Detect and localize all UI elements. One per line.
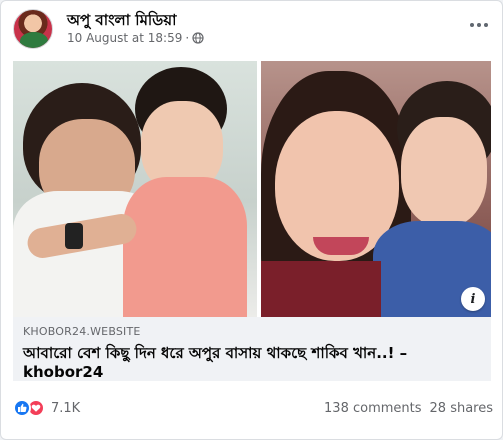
link-domain: KHOBOR24.WEBSITE	[23, 325, 141, 338]
link-title[interactable]: আবারো বেশ কিছু দিন ধরে অপুর বাসায় থাকছে…	[23, 344, 481, 382]
globe-icon	[192, 32, 204, 44]
more-options-icon[interactable]	[465, 15, 493, 35]
photo-man-kissing-child	[13, 61, 257, 317]
meta-separator: ·	[185, 31, 190, 45]
page-avatar[interactable]	[13, 9, 53, 49]
info-icon[interactable]: i	[461, 287, 485, 311]
engagement-stats: 138 comments 28 shares	[324, 401, 493, 416]
reactions-summary[interactable]: 7.1K	[13, 399, 80, 417]
post-meta: 10 August at 18:59 ·	[67, 31, 204, 45]
photo-woman-with-child	[261, 61, 491, 317]
comments-count[interactable]: 138 comments	[324, 401, 421, 416]
post-card: অপু বাংলা মিডিয়া 10 August at 18:59 · i…	[0, 0, 503, 440]
post-footer: 7.1K 138 comments 28 shares	[13, 399, 493, 423]
link-preview-image[interactable]: i	[13, 61, 491, 317]
post-header: অপু বাংলা মিডিয়া 10 August at 18:59 ·	[13, 9, 493, 55]
like-icon	[13, 399, 31, 417]
link-preview[interactable]: KHOBOR24.WEBSITE আবারো বেশ কিছু দিন ধরে …	[13, 317, 491, 381]
post-timestamp[interactable]: 10 August at 18:59	[67, 31, 182, 45]
shares-count[interactable]: 28 shares	[430, 401, 493, 416]
reaction-count: 7.1K	[51, 400, 81, 416]
